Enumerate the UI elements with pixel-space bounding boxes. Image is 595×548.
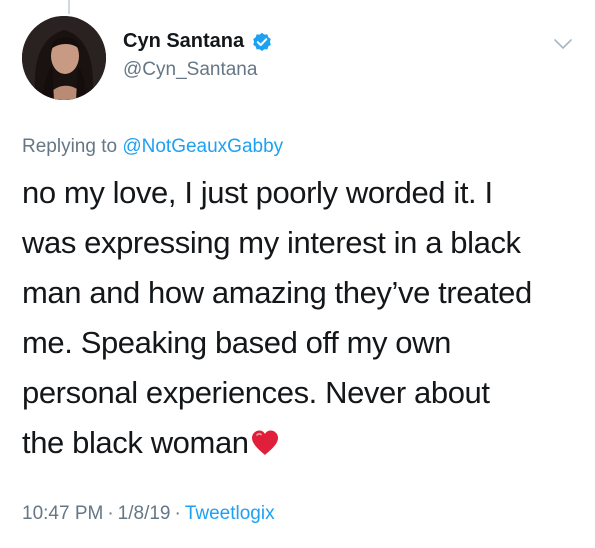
tweet-line-text: the black woman xyxy=(22,425,249,460)
tweet-line: no my love, I just poorly worded it. I xyxy=(22,175,493,210)
tweet-text: no my love, I just poorly worded it. I w… xyxy=(22,168,582,468)
avatar[interactable] xyxy=(22,16,106,100)
tweet-source-link[interactable]: Tweetlogix xyxy=(185,503,275,524)
tweet-meta: 10:47 PM · 1/8/19 · Tweetlogix xyxy=(22,503,275,525)
tweet-time[interactable]: 10:47 PM xyxy=(22,503,103,524)
replying-to: Replying to @NotGeauxGabby xyxy=(22,136,283,158)
tweet-line-last: the black woman xyxy=(22,418,582,468)
tweet-line: man and how amazing they’ve treated xyxy=(22,275,532,310)
verified-badge-icon xyxy=(252,32,272,52)
meta-separator: · xyxy=(174,503,181,524)
tweet-date[interactable]: 1/8/19 xyxy=(118,503,171,524)
tweet-line: was expressing my interest in a black xyxy=(22,225,521,260)
meta-separator: · xyxy=(107,503,114,524)
chevron-down-icon[interactable] xyxy=(552,36,574,52)
avatar-image xyxy=(22,16,106,100)
author-name-row: Cyn Santana xyxy=(123,30,272,53)
red-heart-icon xyxy=(250,422,280,455)
thread-connector-line xyxy=(68,0,70,14)
replying-prefix: Replying to xyxy=(22,136,118,157)
display-name[interactable]: Cyn Santana xyxy=(123,30,244,53)
reply-mention-link[interactable]: @NotGeauxGabby xyxy=(122,136,283,157)
tweet-line: personal experiences. Never about xyxy=(22,375,490,410)
tweet-line: me. Speaking based off my own xyxy=(22,325,451,360)
author-handle[interactable]: @Cyn_Santana xyxy=(123,59,257,81)
